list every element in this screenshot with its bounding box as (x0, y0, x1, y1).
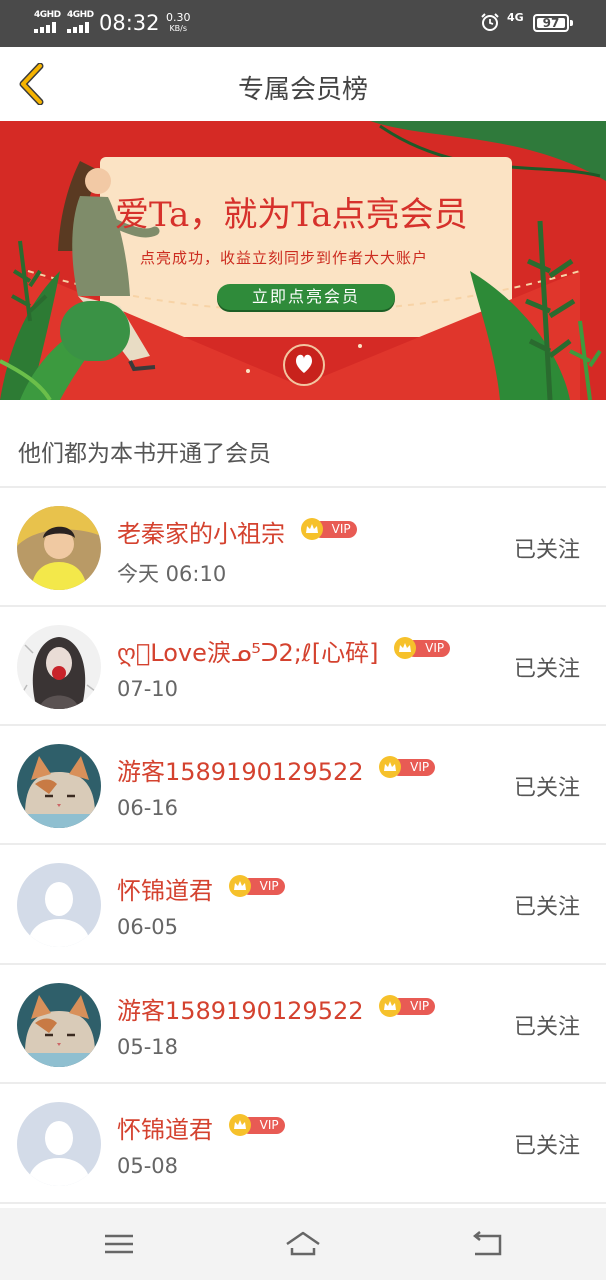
vip-badge: VIP (228, 1114, 287, 1136)
home-icon[interactable] (283, 1226, 323, 1262)
member-name: ღ⃢Love淚ᓄ⁵ᑐ2;ℓ[心碎] VIP (117, 633, 452, 668)
battery-icon: 97 (533, 14, 573, 32)
member-name-text: ღ⃢Love淚ᓄ⁵ᑐ2;ℓ[心碎] (117, 639, 379, 667)
member-date: 07-10 (117, 677, 179, 701)
member-name-text: 怀锦道君 (117, 877, 213, 905)
illustration-avatar[interactable] (17, 625, 101, 709)
follow-status-button[interactable]: 已关注 (514, 889, 580, 921)
menu-icon[interactable] (99, 1226, 139, 1262)
member-row[interactable]: ღ⃢Love淚ᓄ⁵ᑐ2;ℓ[心碎] VIP 07-10 已关注 (0, 607, 606, 725)
follow-status-button[interactable]: 已关注 (514, 651, 580, 683)
follow-status-button[interactable]: 已关注 (514, 532, 580, 564)
member-name: 游客1589190129522 VIP (117, 752, 437, 787)
default-avatar[interactable] (17, 863, 101, 947)
battery-level: 97 (542, 16, 560, 30)
member-row[interactable]: 老秦家的小祖宗 VIP 今天 06:10 已关注 (0, 488, 606, 606)
promo-banner[interactable]: 爱Ta，就为Ta点亮会员 点亮成功，收益立刻同步到作者大大账户 立即点亮会员 (0, 121, 606, 400)
light-up-membership-button[interactable]: 立即点亮会员 (217, 284, 395, 310)
alarm-icon (481, 13, 499, 31)
crown-icon (228, 1114, 251, 1136)
member-name: 老秦家的小祖宗 VIP (117, 514, 359, 549)
member-name-text: 老秦家的小祖宗 (117, 520, 285, 548)
follow-status-button[interactable]: 已关注 (514, 770, 580, 802)
status-bar: 4GHD 4GHD 08:32 0.30 KB/s 4G 97 (0, 0, 606, 47)
crown-icon (379, 995, 402, 1017)
photo-avatar[interactable] (17, 506, 101, 590)
crown-icon (379, 756, 402, 778)
crown-icon (394, 637, 417, 659)
banner-subtitle: 点亮成功，收益立刻同步到作者大大账户 (140, 249, 429, 267)
member-row[interactable]: 游客1589190129522 VIP 06-16 已关注 (0, 726, 606, 844)
member-row[interactable]: 怀锦道君 VIP 05-08 已关注 (0, 1084, 606, 1202)
default-avatar[interactable] (17, 1102, 101, 1186)
member-date: 06-16 (117, 796, 179, 820)
member-date: 今天 06:10 (117, 562, 227, 586)
network-type-label: 4GHD (34, 10, 61, 20)
section-title: 他们都为本书开通了会员 (18, 441, 271, 467)
system-nav-bar (0, 1208, 606, 1280)
member-date: 05-08 (117, 1154, 179, 1178)
cat-avatar[interactable] (17, 744, 101, 828)
app-header: 专属会员榜 (0, 47, 606, 121)
back-icon[interactable] (467, 1226, 507, 1262)
speed-unit: KB/s (169, 24, 188, 33)
cat-avatar[interactable] (17, 983, 101, 1067)
vip-badge: VIP (300, 518, 359, 540)
member-name: 游客1589190129522 VIP (117, 991, 437, 1026)
vip-badge: VIP (379, 995, 437, 1017)
vip-badge: VIP (228, 875, 287, 897)
member-date: 05-18 (117, 1035, 179, 1059)
follow-status-button[interactable]: 已关注 (514, 1128, 580, 1160)
member-name-text: 怀锦道君 (117, 1116, 213, 1144)
vip-badge: VIP (379, 756, 437, 778)
page-title: 专属会员榜 (237, 75, 368, 105)
vip-badge: VIP (394, 637, 452, 659)
follow-status-button[interactable]: 已关注 (514, 1009, 580, 1041)
crown-icon (228, 875, 251, 897)
network-4g-label: 4G (507, 11, 524, 24)
member-name-text: 游客1589190129522 (117, 758, 364, 786)
member-date: 06-05 (117, 915, 179, 939)
status-time: 08:32 (99, 11, 160, 35)
banner-headline: 爱Ta，就为Ta点亮会员 (115, 195, 468, 235)
network-speed: 0.30 KB/s (166, 12, 191, 34)
member-name-text: 游客1589190129522 (117, 997, 364, 1025)
member-row[interactable]: 游客1589190129522 VIP 05-18 已关注 (0, 965, 606, 1083)
member-name: 怀锦道君 VIP (117, 871, 287, 906)
member-name: 怀锦道君 VIP (117, 1110, 287, 1145)
network-type-label: 4GHD (67, 10, 94, 20)
divider (0, 1202, 606, 1204)
member-row[interactable]: 怀锦道君 VIP 06-05 已关注 (0, 845, 606, 963)
crown-icon (300, 518, 323, 540)
